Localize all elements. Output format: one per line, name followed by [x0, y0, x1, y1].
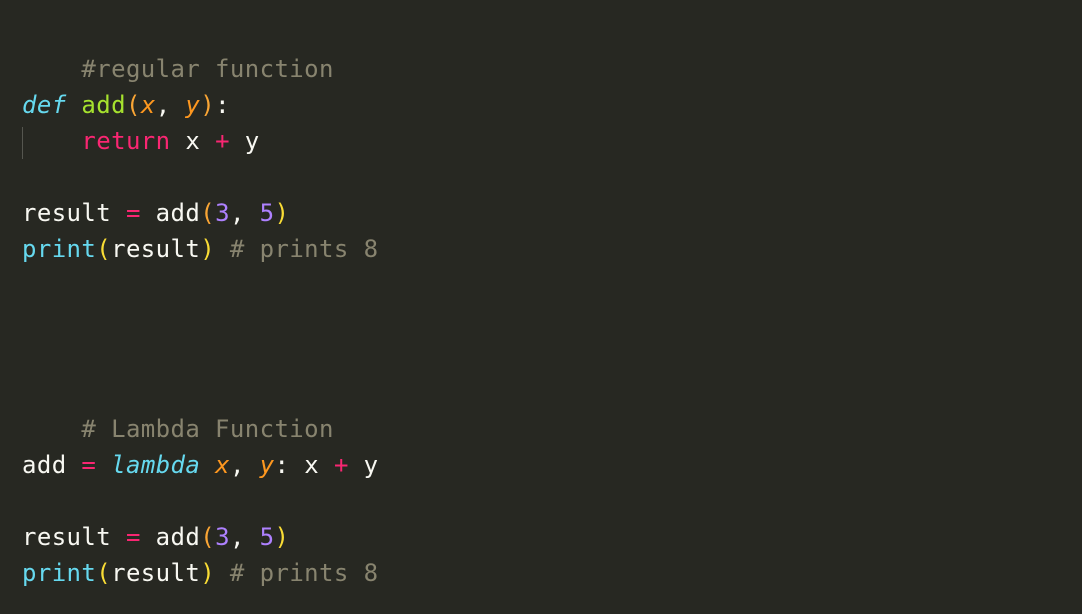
close-paren: )	[200, 559, 216, 587]
comment-token: #regular function	[81, 55, 334, 83]
code-line-16[interactable]: result = add(3, 5)	[22, 519, 289, 555]
print-builtin: print	[22, 235, 97, 263]
param-y: y	[185, 91, 201, 119]
number-5: 5	[259, 199, 275, 227]
expr-right: y	[229, 127, 260, 155]
lambda-keyword: lambda	[111, 451, 201, 479]
plus-operator: +	[215, 127, 230, 155]
close-paren: )	[200, 235, 216, 263]
open-paren: (	[96, 235, 112, 263]
open-paren: (	[96, 559, 112, 587]
print-builtin: print	[22, 559, 97, 587]
open-paren: (	[125, 91, 141, 119]
code-line-4[interactable]: return x + y	[22, 123, 260, 159]
close-paren: )	[274, 523, 290, 551]
comma: ,	[229, 451, 260, 479]
code-line-6[interactable]: result = add(3, 5)	[22, 195, 289, 231]
variable-result: result	[22, 199, 112, 227]
comma: ,	[229, 523, 260, 551]
assign-operator: =	[81, 451, 97, 479]
code-line-3[interactable]: def add(x, y):	[22, 87, 230, 123]
comment-token: # prints 8	[215, 559, 379, 587]
variable-add: add	[22, 451, 67, 479]
param-x: x	[140, 91, 156, 119]
colon: :	[274, 451, 290, 479]
code-line-1[interactable]: #regular function	[22, 15, 334, 83]
code-line-12[interactable]: # Lambda Function	[22, 375, 334, 443]
variable-result: result	[22, 523, 112, 551]
close-paren: )	[200, 91, 216, 119]
comma: ,	[155, 91, 186, 119]
param-x: x	[215, 451, 230, 479]
expr-right: y	[348, 451, 379, 479]
comma: ,	[229, 199, 260, 227]
code-line-17[interactable]: print(result) # prints 8	[22, 555, 378, 591]
code-line-14[interactable]: add = lambda x, y: x + y	[22, 447, 379, 483]
number-3: 3	[215, 199, 230, 227]
code-line-7[interactable]: print(result) # prints 8	[22, 231, 378, 267]
call-add: add	[140, 199, 201, 227]
function-name: add	[81, 91, 126, 119]
code-editor[interactable]: #regular function def add(x, y): return …	[0, 0, 1082, 614]
assign-operator: =	[125, 523, 141, 551]
assign-operator: =	[125, 199, 141, 227]
close-paren: )	[274, 199, 290, 227]
colon: :	[215, 91, 230, 119]
argument-result: result	[111, 235, 201, 263]
number-5: 5	[259, 523, 275, 551]
open-paren: (	[200, 523, 216, 551]
def-keyword: def	[22, 91, 67, 119]
comment-token: # Lambda Function	[81, 415, 334, 443]
return-keyword: return	[81, 127, 171, 155]
argument-result: result	[111, 559, 201, 587]
comment-token: # prints 8	[215, 235, 379, 263]
number-3: 3	[215, 523, 230, 551]
param-y: y	[259, 451, 275, 479]
plus-operator: +	[333, 451, 349, 479]
expr-left: x	[170, 127, 216, 155]
expr-left: x	[289, 451, 334, 479]
call-add: add	[140, 523, 201, 551]
open-paren: (	[200, 199, 216, 227]
